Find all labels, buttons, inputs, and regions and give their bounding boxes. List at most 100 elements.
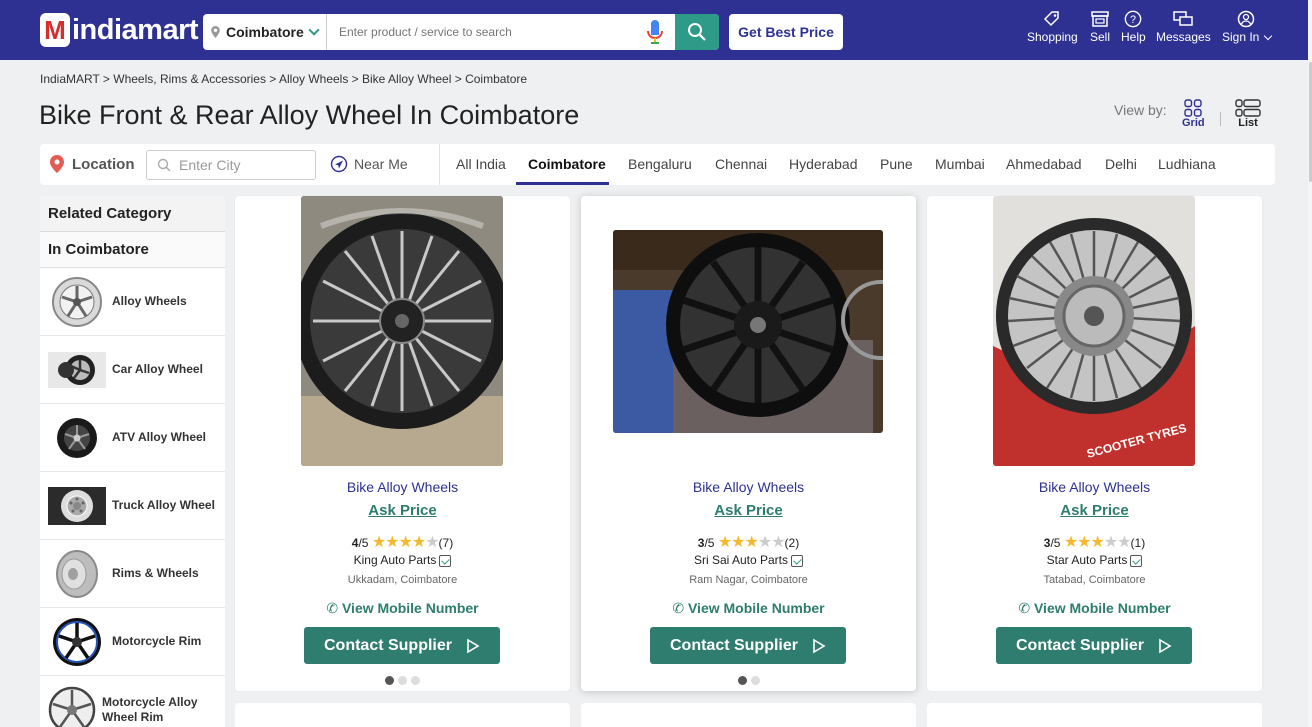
contact-supplier-button[interactable]: Contact Supplier xyxy=(304,627,500,664)
contact-supplier-button[interactable]: Contact Supplier xyxy=(650,627,846,664)
verified-icon xyxy=(439,554,452,567)
city-tab-chennai[interactable]: Chennai xyxy=(715,156,767,172)
verified-icon xyxy=(791,554,804,567)
star-rating-icon: ★★★★★ xyxy=(1063,534,1132,551)
image-carousel-dots[interactable] xyxy=(235,672,570,690)
supplier-name[interactable]: King Auto Parts xyxy=(235,553,570,567)
city-tab-coimbatore[interactable]: Coimbatore xyxy=(528,156,606,172)
supplier-name[interactable]: Sri Sai Auto Parts xyxy=(581,553,916,567)
grid-icon xyxy=(1184,99,1203,117)
page-title: Bike Front & Rear Alloy Wheel In Coimbat… xyxy=(39,100,580,130)
get-best-price-button[interactable]: Get Best Price xyxy=(729,14,843,50)
phone-icon: ✆ xyxy=(1018,600,1031,616)
product-card[interactable]: Bike Alloy Wheels Ask Price 4/5 ★★★★★(7)… xyxy=(235,196,570,691)
top-header: M indiamart Coimbatore Get Best Price Sh… xyxy=(0,0,1308,60)
indiamart-logo[interactable]: M indiamart xyxy=(40,8,199,52)
city-tab-hyderabad[interactable]: Hyderabad xyxy=(789,156,858,172)
product-image[interactable] xyxy=(613,230,883,433)
city-tab-delhi[interactable]: Delhi xyxy=(1105,156,1137,172)
location-pin-icon xyxy=(211,26,220,38)
ask-price-link[interactable]: Ask Price xyxy=(235,502,570,519)
locate-icon xyxy=(330,155,348,173)
city-tab-bengaluru[interactable]: Bengaluru xyxy=(628,156,692,172)
logo-mark-icon: M xyxy=(40,13,70,47)
verified-icon xyxy=(1130,554,1143,567)
nav-sign-in[interactable]: Sign In xyxy=(1222,10,1272,54)
sidebar-item-truck-alloy-wheel[interactable]: Truck Alloy Wheel xyxy=(40,472,225,540)
product-title[interactable]: Bike Alloy Wheels xyxy=(927,479,1262,495)
list-icon xyxy=(1235,99,1261,117)
motorcycle-rim-thumb xyxy=(48,615,106,669)
play-arrow-icon xyxy=(467,638,480,653)
city-tab-all-india[interactable]: All India xyxy=(456,156,506,172)
location-pin-icon xyxy=(50,155,64,173)
nav-sell[interactable]: Sell xyxy=(1090,10,1110,54)
search-icon xyxy=(157,158,171,172)
view-mobile-number-link[interactable]: ✆ View Mobile Number xyxy=(581,600,916,617)
ask-price-link[interactable]: Ask Price xyxy=(927,502,1262,519)
phone-icon: ✆ xyxy=(326,600,339,616)
supplier-name[interactable]: Star Auto Parts xyxy=(927,553,1262,567)
product-title[interactable]: Bike Alloy Wheels xyxy=(581,479,916,495)
city-tab-pune[interactable]: Pune xyxy=(880,156,913,172)
svg-text:?: ? xyxy=(1130,14,1136,26)
view-mobile-number-link[interactable]: ✆ View Mobile Number xyxy=(235,600,570,617)
view-mobile-number-link[interactable]: ✆ View Mobile Number xyxy=(927,600,1262,617)
search-icon xyxy=(688,23,706,41)
location-filter-bar: Location Enter City Near Me All India Co… xyxy=(40,144,1275,185)
sidebar-item-motorcycle-rim[interactable]: Motorcycle Rim xyxy=(40,608,225,676)
view-grid-button[interactable]: Grid xyxy=(1182,99,1205,129)
user-icon xyxy=(1238,10,1255,28)
city-tab-ludhiana[interactable]: Ludhiana xyxy=(1158,156,1216,172)
sidebar-item-alloy-wheels[interactable]: Alloy Wheels xyxy=(40,268,225,336)
near-me-button[interactable]: Near Me xyxy=(330,155,408,173)
product-image[interactable]: SCOOTER TYRES xyxy=(993,196,1195,466)
tag-icon xyxy=(1044,11,1060,27)
active-tab-indicator xyxy=(516,182,609,185)
contact-supplier-button[interactable]: Contact Supplier xyxy=(996,627,1192,664)
search-button[interactable] xyxy=(675,14,719,50)
help-icon: ? xyxy=(1125,10,1142,28)
city-select[interactable]: Coimbatore xyxy=(203,14,327,50)
image-carousel-dots[interactable] xyxy=(581,672,916,690)
breadcrumb[interactable]: IndiaMART > Wheels, Rims & Accessories >… xyxy=(40,72,527,86)
truck-alloy-wheel-thumb xyxy=(48,479,106,533)
location-label: Location xyxy=(50,155,135,173)
view-list-button[interactable]: List xyxy=(1235,99,1261,129)
selected-city: Coimbatore xyxy=(226,24,304,40)
nav-help[interactable]: ? Help xyxy=(1121,10,1146,54)
sidebar-heading: Related Category xyxy=(40,196,225,232)
product-title[interactable]: Bike Alloy Wheels xyxy=(235,479,570,495)
atv-alloy-wheel-thumb xyxy=(48,411,106,465)
city-tab-mumbai[interactable]: Mumbai xyxy=(935,156,985,172)
mic-icon[interactable] xyxy=(635,20,675,44)
store-icon xyxy=(1091,11,1109,27)
product-card[interactable]: SCOOTER TYRES Bike Alloy Wheels Ask Pric… xyxy=(927,196,1262,691)
product-image[interactable] xyxy=(301,196,503,466)
rating: 3/5 ★★★★★(1) xyxy=(1043,534,1146,551)
nav-messages[interactable]: Messages xyxy=(1156,10,1211,54)
search-bar: Coimbatore xyxy=(203,14,719,50)
divider xyxy=(439,144,440,185)
search-input[interactable] xyxy=(327,14,635,50)
product-card-partial[interactable] xyxy=(927,703,1262,727)
alloy-wheel-thumb xyxy=(48,275,106,329)
ask-price-link[interactable]: Ask Price xyxy=(581,502,916,519)
phone-icon: ✆ xyxy=(672,600,685,616)
nav-shopping[interactable]: Shopping xyxy=(1027,10,1078,54)
city-input[interactable]: Enter City xyxy=(146,150,316,180)
car-alloy-wheel-thumb xyxy=(48,343,106,397)
product-card-partial[interactable] xyxy=(235,703,570,727)
sidebar-item-atv-alloy-wheel[interactable]: ATV Alloy Wheel xyxy=(40,404,225,472)
sidebar-item-rims-wheels[interactable]: Rims & Wheels xyxy=(40,540,225,608)
chevron-down-icon xyxy=(1263,31,1272,41)
view-by-label: View by: xyxy=(1114,102,1167,118)
rating: 4/5 ★★★★★(7) xyxy=(351,534,454,551)
sidebar-item-motorcycle-alloy-wheel-rim[interactable]: Motorcycle Alloy Wheel Rim xyxy=(40,676,225,727)
city-tab-ahmedabad[interactable]: Ahmedabad xyxy=(1006,156,1082,172)
play-arrow-icon xyxy=(813,638,826,653)
sidebar-item-car-alloy-wheel[interactable]: Car Alloy Wheel xyxy=(40,336,225,404)
product-card-partial[interactable] xyxy=(581,703,916,727)
product-card[interactable]: Bike Alloy Wheels Ask Price 3/5 ★★★★★(2)… xyxy=(581,196,916,691)
rims-wheels-thumb xyxy=(48,547,106,601)
